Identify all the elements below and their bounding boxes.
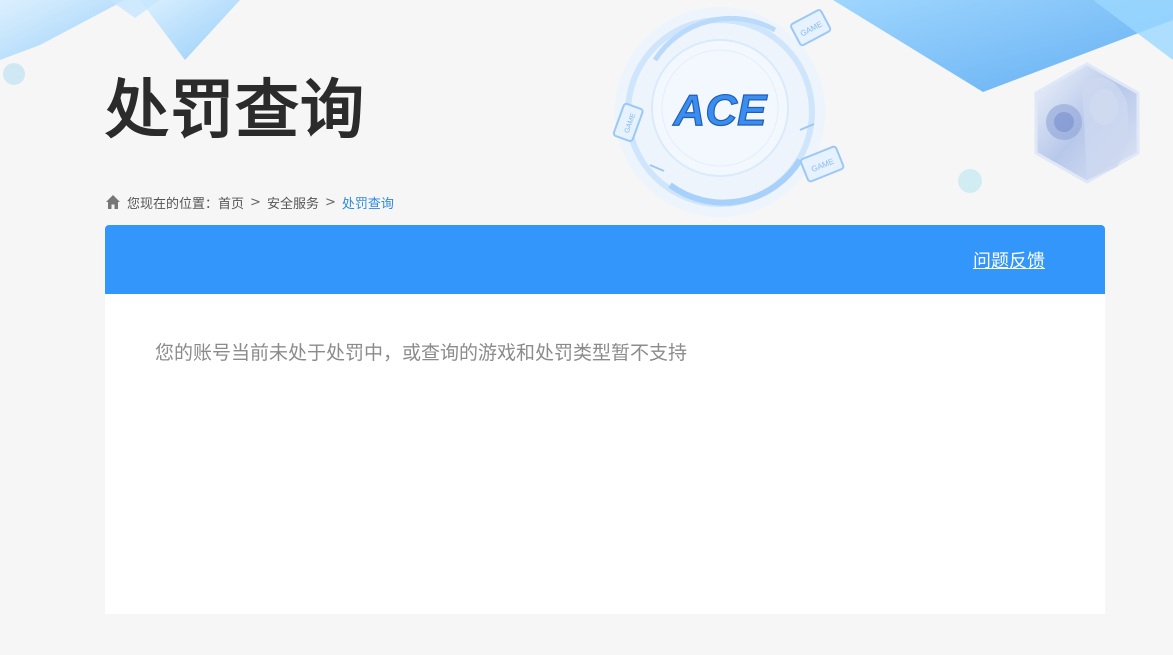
breadcrumb: 您现在的位置： 首页 > 安全服务 > 处罚查询 <box>105 192 394 212</box>
breadcrumb-security-link[interactable]: 安全服务 <box>267 193 319 212</box>
breadcrumb-home-link[interactable]: 首页 <box>218 193 244 212</box>
no-penalty-message: 您的账号当前未处于处罚中，或查询的游戏和处罚类型暂不支持 <box>155 342 688 364</box>
breadcrumb-separator: > <box>250 194 261 210</box>
breadcrumb-separator: > <box>324 194 336 210</box>
home-icon <box>105 194 121 210</box>
header-banner: 处罚查询 ACE GAME GAME GAME 您现在的位置： 首页 > 安全服… <box>0 0 1173 225</box>
page-title: 处罚查询 <box>105 74 365 148</box>
ace-logo-text: ACE <box>673 86 769 135</box>
breadcrumb-prefix: 您现在的位置： <box>127 196 219 212</box>
result-panel: 问题反馈 您的账号当前未处于处罚中，或查询的游戏和处罚类型暂不支持 <box>105 225 1105 614</box>
breadcrumb-current: 处罚查询 <box>341 196 394 212</box>
ace-logo-emblem: ACE GAME GAME GAME <box>612 7 845 217</box>
panel-header: 问题反馈 <box>105 225 1105 294</box>
character-avatar <box>1034 62 1140 184</box>
feedback-link[interactable]: 问题反馈 <box>973 247 1045 273</box>
